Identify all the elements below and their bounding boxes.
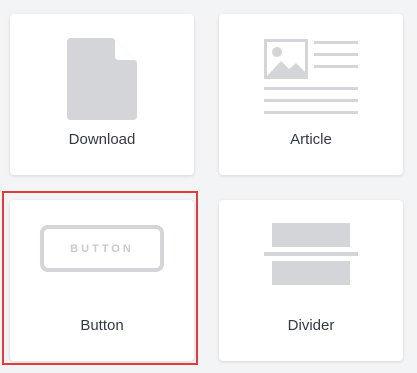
article-icon bbox=[264, 39, 358, 114]
block-label-download: Download bbox=[68, 131, 136, 148]
block-label-button: Button bbox=[80, 317, 124, 334]
button-icon: BUTTON bbox=[40, 225, 164, 272]
block-card-article[interactable]: Article bbox=[219, 14, 403, 175]
divider-icon bbox=[264, 223, 358, 285]
block-label-divider: Divider bbox=[287, 317, 335, 334]
file-icon bbox=[67, 38, 137, 120]
block-label-article: Article bbox=[290, 131, 332, 148]
block-card-divider[interactable]: Divider bbox=[219, 200, 403, 361]
block-card-button[interactable]: BUTTON Button bbox=[10, 200, 194, 361]
block-card-download[interactable]: Download bbox=[10, 14, 194, 175]
